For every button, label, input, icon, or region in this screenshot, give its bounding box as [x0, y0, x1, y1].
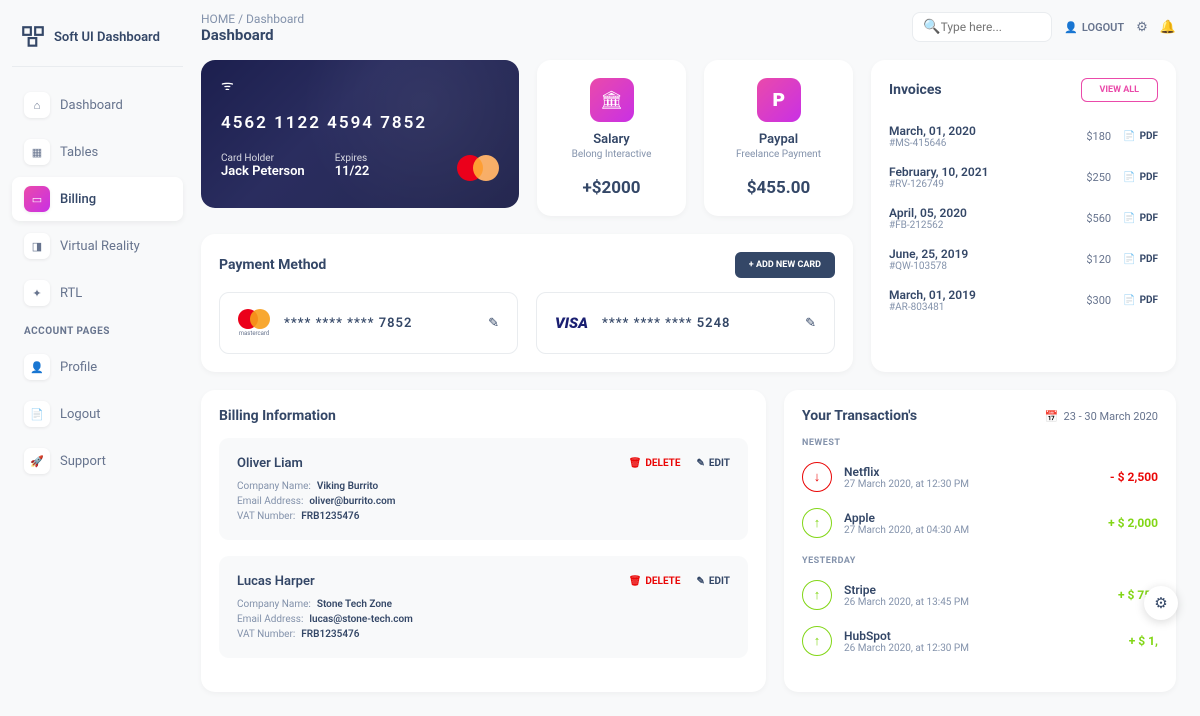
support-icon: 🚀 [24, 448, 50, 474]
delete-button[interactable]: 🗑DELETE [629, 458, 681, 469]
billing-title: Billing Information [219, 408, 748, 424]
transaction-row: ↑Stripe26 March 2020, at 13:45 PM+ $ 750 [802, 572, 1158, 618]
view-all-button[interactable]: VIEW ALL [1081, 78, 1158, 102]
trash-icon: 🗑 [629, 576, 642, 587]
brand-name: Soft UI Dashboard [54, 30, 160, 45]
logout-link[interactable]: 👤 LOGOUT [1064, 21, 1124, 34]
billing-info-card: Billing Information Oliver Liam🗑DELETE✎E… [201, 390, 766, 692]
edit-icon[interactable]: ✎ [805, 316, 816, 331]
page-title: Dashboard [201, 26, 304, 44]
invoice-row: March, 01, 2019#AR-803481$300📄PDF [889, 280, 1158, 321]
sidebar: Soft UI Dashboard ⌂Dashboard ▦Tables ▭Bi… [0, 0, 195, 716]
pdf-icon: 📄 [1123, 295, 1135, 306]
nav-dashboard[interactable]: ⌂Dashboard [12, 83, 183, 127]
pdf-link[interactable]: 📄PDF [1123, 131, 1158, 142]
nav-vr[interactable]: ◨Virtual Reality [12, 224, 183, 268]
pdf-icon: 📄 [1123, 213, 1135, 224]
delete-button[interactable]: 🗑DELETE [629, 576, 681, 587]
transaction-row: ↑Apple27 March 2020, at 04:30 AM+ $ 2,00… [802, 500, 1158, 546]
transaction-row: ↑HubSpot26 March 2020, at 12:30 PM+ $ 1, [802, 618, 1158, 664]
billing-item: Oliver Liam🗑DELETE✎EDITCompany Name:Viki… [219, 438, 748, 540]
breadcrumb-home[interactable]: HOME [201, 12, 235, 26]
transaction-row: ↓Netflix27 March 2020, at 12:30 PM- $ 2,… [802, 454, 1158, 500]
invoices-card: Invoices VIEW ALL March, 01, 2020#MS-415… [871, 60, 1176, 372]
trans-title: Your Transaction's [802, 408, 917, 424]
topbar: HOME / Dashboard Dashboard 🔍 👤 LOGOUT ⚙ … [201, 12, 1176, 44]
pdf-icon: 📄 [1123, 254, 1135, 265]
trash-icon: 🗑 [629, 458, 642, 469]
nav-rtl[interactable]: ✦RTL [12, 271, 183, 315]
credit-card: ᯤ 4562 1122 4594 7852 Card HolderJack Pe… [201, 60, 519, 208]
gear-icon: ⚙ [1154, 594, 1167, 612]
bell-icon[interactable]: 🔔 [1160, 20, 1176, 35]
main: HOME / Dashboard Dashboard 🔍 👤 LOGOUT ⚙ … [195, 0, 1200, 716]
search-input[interactable] [941, 20, 1042, 34]
search-box[interactable]: 🔍 [912, 12, 1052, 42]
payment-method-card: Payment Method + ADD NEW CARD mastercard… [201, 234, 853, 372]
invoices-title: Invoices [889, 82, 942, 98]
pencil-icon: ✎ [697, 576, 705, 587]
transactions-card: Your Transaction's 📅23 - 30 March 2020 N… [784, 390, 1176, 692]
nav-logout[interactable]: 📄Logout [12, 392, 183, 436]
wifi-icon: ᯤ [221, 76, 499, 95]
payment-method-mastercard: mastercard **** **** **** 7852 ✎ [219, 292, 518, 354]
search-icon: 🔍 [923, 19, 940, 35]
pencil-icon: ✎ [697, 458, 705, 469]
breadcrumb: HOME / Dashboard [201, 12, 304, 26]
profile-icon: 👤 [24, 354, 50, 380]
tables-icon: ▦ [24, 139, 50, 165]
nav-billing[interactable]: ▭Billing [12, 177, 183, 221]
mastercard-icon [238, 309, 270, 329]
edit-button[interactable]: ✎EDIT [697, 576, 731, 587]
rtl-icon: ✦ [24, 280, 50, 306]
nav-profile[interactable]: 👤Profile [12, 345, 183, 389]
settings-fab[interactable]: ⚙ [1144, 586, 1178, 620]
bank-icon: 🏛 [590, 78, 634, 122]
nav-tables[interactable]: ▦Tables [12, 130, 183, 174]
nav-support[interactable]: 🚀Support [12, 439, 183, 483]
payment-method-visa: VISA **** **** **** 5248 ✎ [536, 292, 835, 354]
pdf-link[interactable]: 📄PDF [1123, 254, 1158, 265]
brand-icon [20, 24, 46, 50]
mastercard-icon [457, 155, 499, 181]
visa-icon: VISA [555, 314, 588, 332]
invoice-row: March, 01, 2020#MS-415646$180📄PDF [889, 116, 1158, 157]
billing-icon: ▭ [24, 186, 50, 212]
invoice-row: June, 25, 2019#QW-103578$120📄PDF [889, 239, 1158, 280]
pdf-link[interactable]: 📄PDF [1123, 213, 1158, 224]
edit-icon[interactable]: ✎ [488, 316, 499, 331]
arrow-up-icon: ↑ [802, 626, 832, 656]
billing-item: Lucas Harper🗑DELETE✎EDITCompany Name:Sto… [219, 556, 748, 658]
card-number: 4562 1122 4594 7852 [221, 113, 499, 133]
logout-icon: 📄 [24, 401, 50, 427]
paypal-icon: 𝗣 [757, 78, 801, 122]
arrow-up-icon: ↑ [802, 580, 832, 610]
trans-range: 📅23 - 30 March 2020 [1045, 410, 1158, 423]
arrow-up-icon: ↑ [802, 508, 832, 538]
calendar-icon: 📅 [1045, 410, 1059, 423]
pdf-icon: 📄 [1123, 172, 1135, 183]
edit-button[interactable]: ✎EDIT [697, 458, 731, 469]
card-expiry: 11/22 [335, 164, 370, 179]
invoice-row: February, 10, 2021#RV-126749$250📄PDF [889, 157, 1158, 198]
pdf-link[interactable]: 📄PDF [1123, 295, 1158, 306]
stat-paypal: 𝗣 Paypal Freelance Payment $455.00 [704, 60, 853, 216]
card-holder: Jack Peterson [221, 164, 305, 179]
nav-section-label: ACCOUNT PAGES [12, 318, 183, 345]
add-card-button[interactable]: + ADD NEW CARD [735, 252, 835, 278]
vr-icon: ◨ [24, 233, 50, 259]
brand: Soft UI Dashboard [12, 16, 183, 67]
invoice-row: April, 05, 2020#FB-212562$560📄PDF [889, 198, 1158, 239]
stat-salary: 🏛 Salary Belong Interactive +$2000 [537, 60, 686, 216]
payment-title: Payment Method [219, 257, 326, 273]
home-icon: ⌂ [24, 92, 50, 118]
pdf-icon: 📄 [1123, 131, 1135, 142]
arrow-down-icon: ↓ [802, 462, 832, 492]
pdf-link[interactable]: 📄PDF [1123, 172, 1158, 183]
gear-icon[interactable]: ⚙ [1136, 20, 1148, 35]
